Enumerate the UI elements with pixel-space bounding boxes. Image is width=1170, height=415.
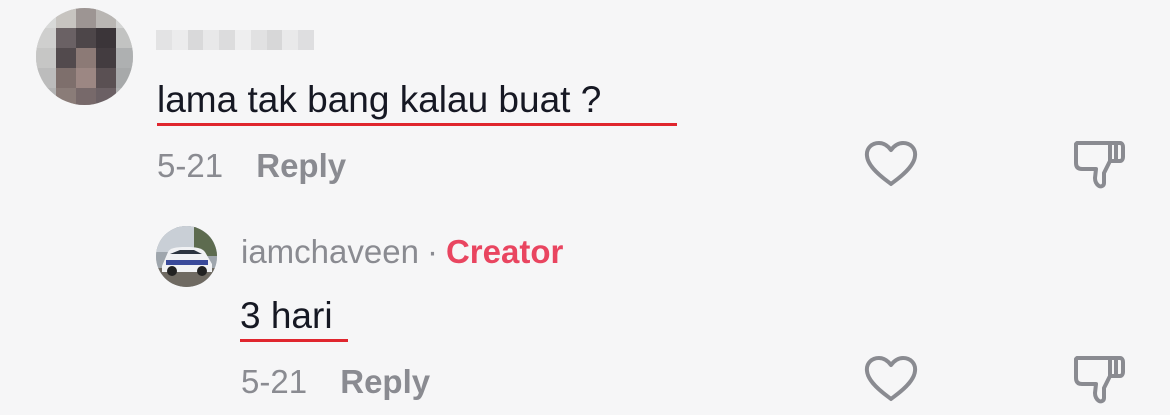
comment-date: 5-21: [157, 147, 224, 184]
annotation-underline: [240, 339, 348, 342]
comment-text: lama tak bang kalau buat ?: [157, 79, 602, 120]
creator-username[interactable]: iamchaveen: [241, 233, 419, 270]
commenter-avatar[interactable]: [36, 8, 133, 105]
annotation-underline: [157, 123, 677, 126]
thumbs-down-icon[interactable]: [1070, 137, 1128, 191]
reply-text: 3 hari: [240, 295, 333, 336]
comment-meta: 5-21 Reply: [157, 146, 346, 186]
reply-button[interactable]: Reply: [256, 147, 346, 184]
creator-avatar[interactable]: [156, 226, 217, 287]
heart-outline-icon[interactable]: [862, 139, 920, 189]
creator-badge: Creator: [445, 233, 564, 270]
commenter-username[interactable]: [156, 30, 314, 50]
reply-header: iamchaveen · Creator: [241, 232, 563, 272]
reply-meta: 5-21 Reply: [241, 362, 430, 402]
thumbs-down-icon[interactable]: [1070, 352, 1128, 406]
reply-button[interactable]: Reply: [340, 363, 430, 400]
reply-date: 5-21: [241, 363, 308, 400]
heart-outline-icon[interactable]: [862, 354, 920, 404]
separator-dot: ·: [426, 233, 438, 270]
